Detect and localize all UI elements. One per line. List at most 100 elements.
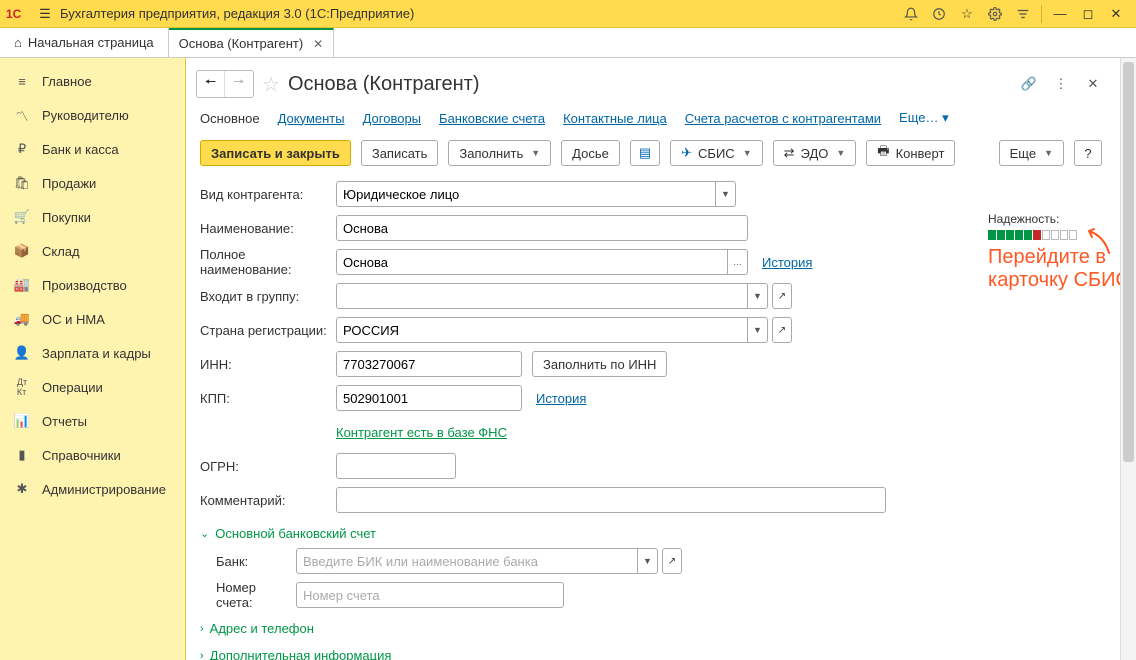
- sidebar-item-sales[interactable]: 🛍Продажи: [0, 166, 185, 200]
- section-more[interactable]: Еще… ▾: [899, 110, 949, 126]
- section-main[interactable]: Основное: [200, 111, 260, 126]
- sidebar-item-purchases[interactable]: 🛒Покупки: [0, 200, 185, 234]
- fullname-label: Полное наименование:: [200, 247, 336, 277]
- lines-icon[interactable]: [1009, 3, 1037, 25]
- group-open-button[interactable]: ↗: [772, 283, 792, 309]
- reliability-label: Надежность:: [988, 212, 1077, 226]
- sidebar-item-manager[interactable]: 〽Руководителю: [0, 98, 185, 132]
- group-input[interactable]: [336, 283, 748, 309]
- kpp-label: КПП:: [200, 391, 336, 406]
- fill-button[interactable]: Заполнить▼: [448, 140, 551, 166]
- close-page-icon[interactable]: ✕: [1080, 71, 1106, 97]
- sidebar-item-warehouse[interactable]: 📦Склад: [0, 234, 185, 268]
- maximize-icon[interactable]: ◻: [1074, 3, 1102, 25]
- chevron-right-icon: ›: [200, 650, 204, 660]
- cart-icon: 🛒: [14, 209, 30, 225]
- edo-button[interactable]: ⇄ЭДО▼: [773, 140, 857, 166]
- chevron-down-icon: ▼: [743, 148, 752, 158]
- bank-open-button[interactable]: ↗: [662, 548, 682, 574]
- sidebar-item-production[interactable]: 🏭Производство: [0, 268, 185, 302]
- meter-segment: [1069, 230, 1077, 240]
- favorite-star-icon[interactable]: ☆: [262, 72, 280, 97]
- minimize-icon[interactable]: —: [1046, 3, 1074, 25]
- gear-icon[interactable]: [981, 3, 1009, 25]
- app-logo-icon: 1С: [6, 5, 28, 23]
- chevron-down-icon: ▼: [1044, 148, 1053, 158]
- edo-icon: ⇄: [784, 145, 795, 161]
- sidebar-item-assets[interactable]: 🚚ОС и НМА: [0, 302, 185, 336]
- section-contracts[interactable]: Договоры: [363, 111, 421, 126]
- scrollbar-thumb[interactable]: [1123, 62, 1134, 462]
- inn-input[interactable]: [336, 351, 522, 377]
- save-button[interactable]: Записать: [361, 140, 439, 166]
- bank-dropdown-button[interactable]: ▼: [638, 548, 658, 574]
- gear-icon: ✱: [14, 481, 30, 497]
- reliability-meter[interactable]: [988, 230, 1077, 240]
- chevron-down-icon: ▼: [531, 148, 540, 158]
- bank-input[interactable]: [296, 548, 638, 574]
- country-dropdown-button[interactable]: ▼: [748, 317, 768, 343]
- sidebar-item-admin[interactable]: ✱ Администрирование: [0, 472, 185, 506]
- fill-by-inn-button[interactable]: Заполнить по ИНН: [532, 351, 667, 377]
- kebab-icon[interactable]: ⋮: [1048, 71, 1074, 97]
- account-input[interactable]: [296, 582, 564, 608]
- name-input[interactable]: [336, 215, 748, 241]
- country-open-button[interactable]: ↗: [772, 317, 792, 343]
- country-input[interactable]: [336, 317, 748, 343]
- history-icon[interactable]: [925, 3, 953, 25]
- factory-icon: 🏭: [14, 277, 30, 293]
- history-link[interactable]: История: [762, 255, 812, 270]
- fullname-input[interactable]: [336, 249, 728, 275]
- sidebar-item-label: Продажи: [42, 176, 96, 191]
- section-documents[interactable]: Документы: [278, 111, 345, 126]
- tabs-row: ⌂ Начальная страница Основа (Контрагент)…: [0, 28, 1136, 58]
- form: Вид контрагента: ▼ Наименование: Полное …: [196, 178, 1106, 660]
- sbis-button[interactable]: ✈СБИС▼: [670, 140, 762, 166]
- content-area: 🠔 🠖 ☆ Основа (Контрагент) 🔗 ⋮ ✕ Основное…: [186, 58, 1136, 660]
- bars-icon: 📊: [14, 413, 30, 429]
- back-button[interactable]: 🠔: [197, 71, 225, 97]
- kpp-history-link[interactable]: История: [536, 391, 586, 406]
- bell-icon[interactable]: [897, 3, 925, 25]
- bank-expander[interactable]: ⌄Основной банковский счет: [200, 518, 1102, 545]
- sidebar-item-catalogs[interactable]: ▮Справочники: [0, 438, 185, 472]
- truck-icon: 🚚: [14, 311, 30, 327]
- sidebar-item-main[interactable]: ≡Главное: [0, 64, 185, 98]
- section-bank[interactable]: Банковские счета: [439, 111, 545, 126]
- forward-button[interactable]: 🠖: [225, 71, 253, 97]
- fullname-ellipsis-button[interactable]: …: [728, 249, 748, 275]
- menu-icon[interactable]: ☰: [34, 6, 56, 22]
- group-dropdown-button[interactable]: ▼: [748, 283, 768, 309]
- tab-document[interactable]: Основа (Контрагент) ✕: [169, 28, 335, 57]
- comment-input[interactable]: [336, 487, 886, 513]
- type-dropdown-button[interactable]: ▼: [716, 181, 736, 207]
- address-expander[interactable]: ›Адрес и телефон: [200, 613, 1102, 640]
- envelope-button[interactable]: 🖶Конверт: [866, 140, 955, 166]
- tab-close-icon[interactable]: ✕: [313, 37, 323, 51]
- more-button[interactable]: Еще▼: [999, 140, 1064, 166]
- main-area: ≡Главное 〽Руководителю ₽Банк и касса 🛍Пр…: [0, 58, 1136, 660]
- sidebar-item-operations[interactable]: ДтКтОперации: [0, 370, 185, 404]
- sidebar-item-label: Операции: [42, 380, 103, 395]
- svg-text:1С: 1С: [6, 7, 22, 21]
- kpp-input[interactable]: [336, 385, 522, 411]
- help-button[interactable]: ?: [1074, 140, 1102, 166]
- dossier-button[interactable]: Досье: [561, 140, 620, 166]
- section-contacts[interactable]: Контактные лица: [563, 111, 667, 126]
- type-select[interactable]: [336, 181, 716, 207]
- close-window-icon[interactable]: ✕: [1102, 3, 1130, 25]
- sidebar-item-bank[interactable]: ₽Банк и касса: [0, 132, 185, 166]
- save-close-button[interactable]: Записать и закрыть: [200, 140, 351, 166]
- ogrn-input[interactable]: [336, 453, 456, 479]
- link-icon[interactable]: 🔗: [1016, 71, 1042, 97]
- tab-home[interactable]: ⌂ Начальная страница: [0, 28, 169, 57]
- extra-expander[interactable]: ›Дополнительная информация: [200, 640, 1102, 660]
- sidebar-item-reports[interactable]: 📊Отчеты: [0, 404, 185, 438]
- fns-link[interactable]: Контрагент есть в базе ФНС: [336, 425, 507, 440]
- section-accounts[interactable]: Счета расчетов с контрагентами: [685, 111, 881, 126]
- vertical-scrollbar[interactable]: [1120, 58, 1136, 660]
- sidebar-item-label: Администрирование: [42, 482, 166, 497]
- sidebar-item-hr[interactable]: 👤Зарплата и кадры: [0, 336, 185, 370]
- document-icon-button[interactable]: ▤: [630, 140, 660, 166]
- star-icon[interactable]: ☆: [953, 3, 981, 25]
